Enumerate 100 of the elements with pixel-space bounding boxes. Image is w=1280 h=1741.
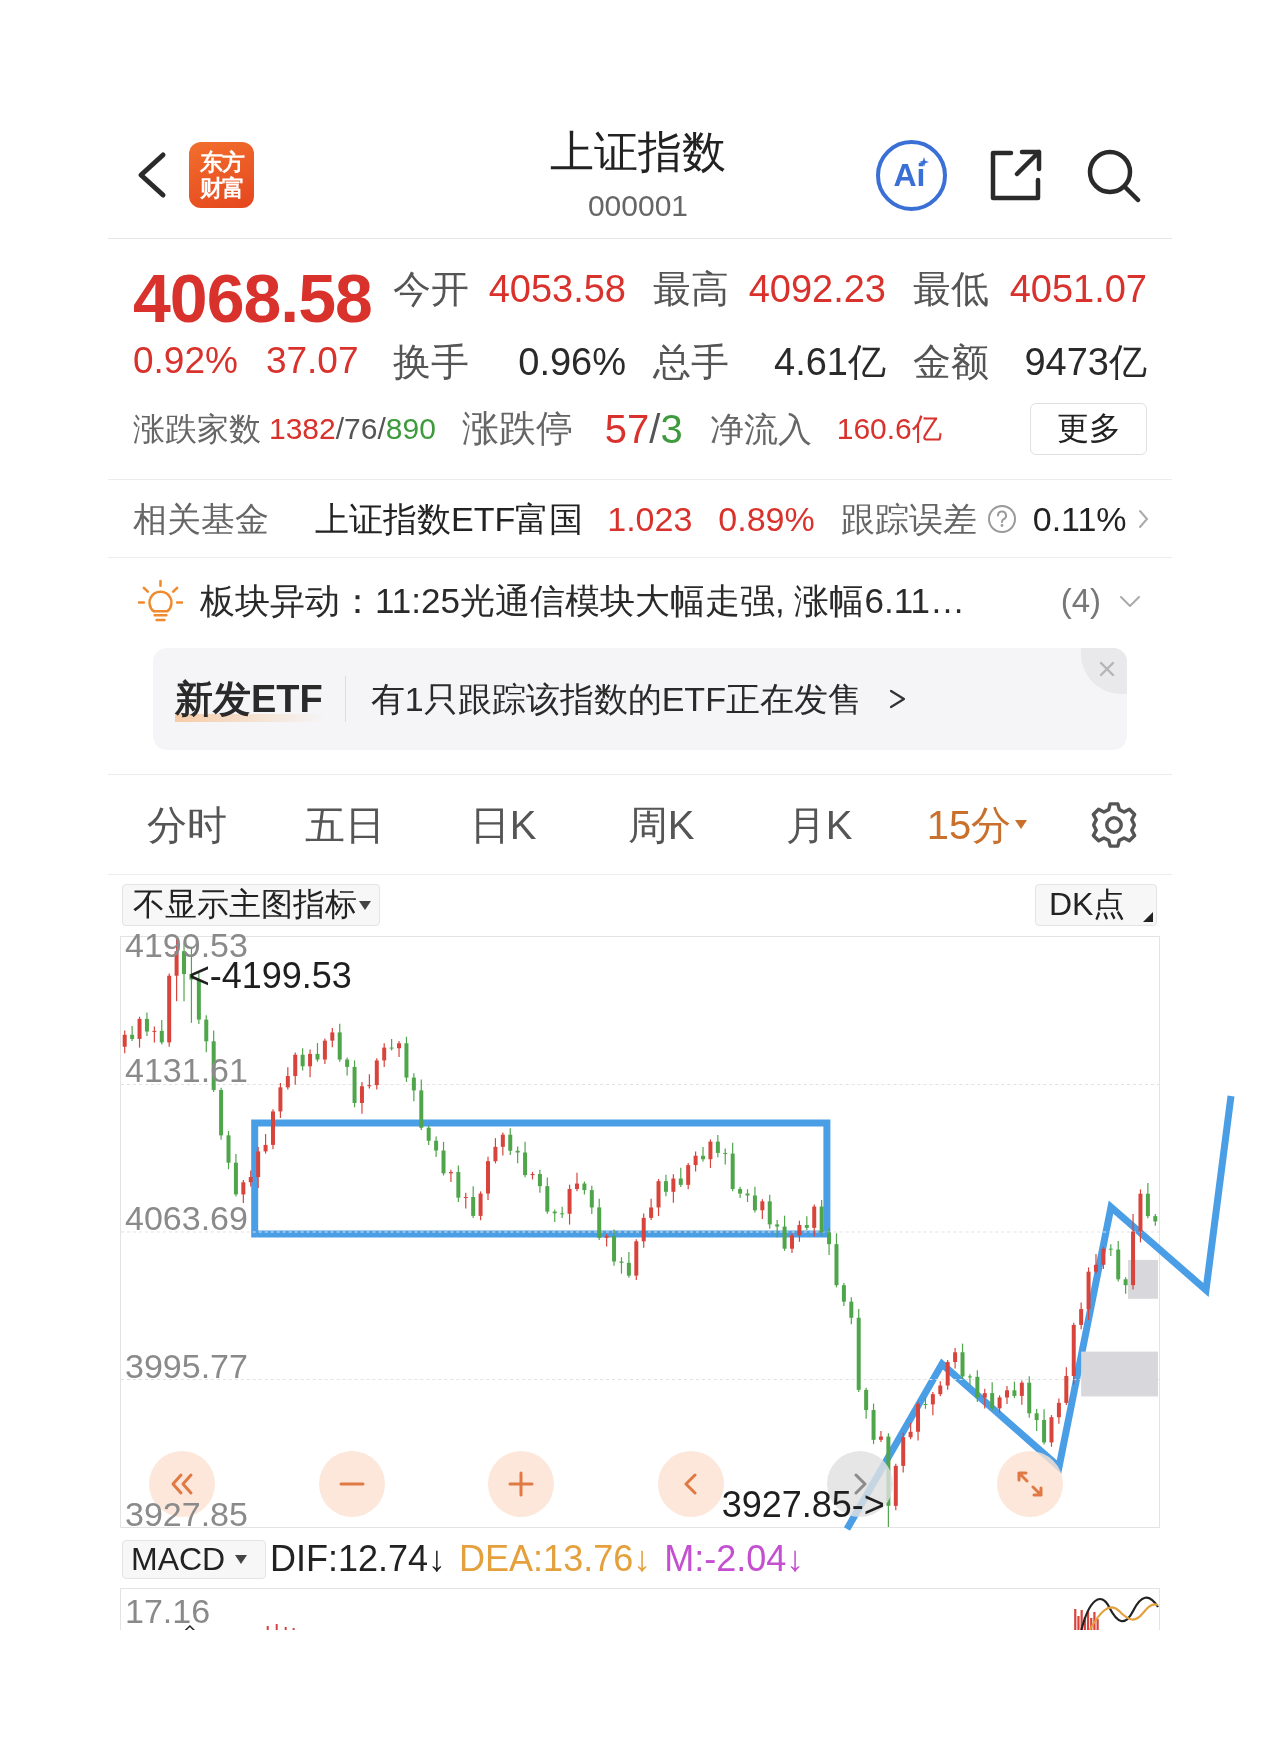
candle [263,1133,268,1155]
limit-up-down-label: 涨跌停 [461,409,573,449]
candle [1094,1253,1098,1275]
expand-icon [1017,1471,1043,1497]
candle [701,1146,705,1162]
period-tab[interactable]: 分时 [147,800,227,849]
candle [893,1463,898,1511]
candle [248,1169,253,1188]
candle [256,1146,261,1189]
chevron-right-icon[interactable] [1137,508,1149,529]
dk-points-button[interactable]: DK点 [1035,884,1157,926]
candle [641,1212,646,1249]
candle [908,1422,913,1440]
candle [1005,1385,1009,1405]
price-axis-label: 4063.69 [125,1206,248,1230]
candle [834,1232,839,1288]
candle [693,1150,698,1173]
more-button[interactable]: 更多 [1030,403,1147,455]
candle [812,1203,817,1238]
help-icon[interactable] [986,503,1017,534]
candle [397,1040,402,1058]
candle [901,1432,906,1473]
candle [1071,1322,1076,1386]
search-icon[interactable] [1086,147,1141,203]
candle [441,1141,446,1177]
candle [1101,1245,1106,1270]
settings-icon[interactable] [1090,800,1138,849]
indicator-dropdown[interactable]: 不显示主图指标 [122,884,380,926]
candle [663,1174,668,1197]
candle [1108,1243,1113,1257]
candle [1049,1414,1054,1448]
price-axis-label: 3995.77 [125,1354,248,1378]
candle [782,1215,787,1252]
candle [975,1369,980,1403]
candle [122,1029,127,1054]
candle [308,1048,313,1078]
candle [1116,1240,1121,1283]
candle [708,1138,713,1169]
change-percent: 0.92% [133,341,238,381]
candle [241,1179,246,1204]
fund-price: 1.023 [607,498,693,539]
candle [337,1023,342,1063]
share-icon[interactable] [989,148,1044,202]
period-tab[interactable]: 日K [469,800,537,849]
sector-alert-text[interactable]: 板块异动：11:25光通信模块大幅走强, 涨幅6.11… [200,580,965,622]
macd-dropdown[interactable]: MACD [122,1539,266,1579]
caret-icon [359,900,371,910]
period-tab[interactable]: 15分 [926,800,1028,849]
candle [997,1394,1002,1414]
candle [745,1188,750,1203]
candle [130,1025,135,1042]
candle [345,1056,350,1077]
candle [352,1059,357,1108]
candle [760,1198,765,1220]
lightbulb-icon [138,578,183,624]
candle [537,1169,542,1194]
related-fund-label: 相关基金 [133,498,269,539]
candle [322,1037,327,1065]
candle [1019,1379,1024,1406]
candle [278,1082,283,1119]
candle [723,1148,728,1166]
macd-value: DEA:13.76↓ [459,1538,652,1580]
candle [456,1164,461,1203]
candle [589,1185,594,1215]
macd-axis-label: 17.16 [125,1597,211,1625]
candle [923,1396,928,1410]
stat-label: 换手 [393,339,469,384]
candle [1138,1188,1143,1243]
candle [582,1180,587,1195]
candle [1086,1266,1091,1321]
index-code: 000001 [587,188,689,224]
candle [649,1198,654,1221]
alert-count: (4) [1060,581,1101,621]
close-button[interactable] [1081,648,1127,694]
chevron-down-icon[interactable] [1119,595,1141,607]
candle [864,1387,869,1420]
macd-line-fragment-drawing [184,1624,196,1630]
period-tab[interactable]: 周K [627,800,695,849]
fund-name[interactable]: 上证指数ETF富国 [315,498,584,539]
etf-banner[interactable]: 新发ETF 有1只跟踪该指数的ETF正在发售 [153,648,1127,750]
candle [597,1198,602,1241]
index-title: 上证指数 [550,126,726,178]
macd-bar-fragment-drawing [266,1623,295,1630]
candle [916,1401,921,1442]
candle [990,1381,995,1412]
candle [930,1391,935,1416]
close-icon [1099,661,1115,677]
candle [204,1014,209,1053]
candle [1042,1408,1047,1446]
fund-change-percent: 0.89% [718,498,815,539]
candle [871,1402,876,1445]
stat-value: 4051.07 [1009,266,1147,311]
candle [1056,1397,1061,1425]
candle [878,1430,883,1443]
candle [219,1087,224,1141]
candle [226,1130,231,1170]
ai-assistant-button[interactable]: Ai [876,139,947,211]
period-tab[interactable]: 五日 [305,800,385,849]
candle [523,1141,528,1178]
period-tab[interactable]: 月K [785,800,853,849]
